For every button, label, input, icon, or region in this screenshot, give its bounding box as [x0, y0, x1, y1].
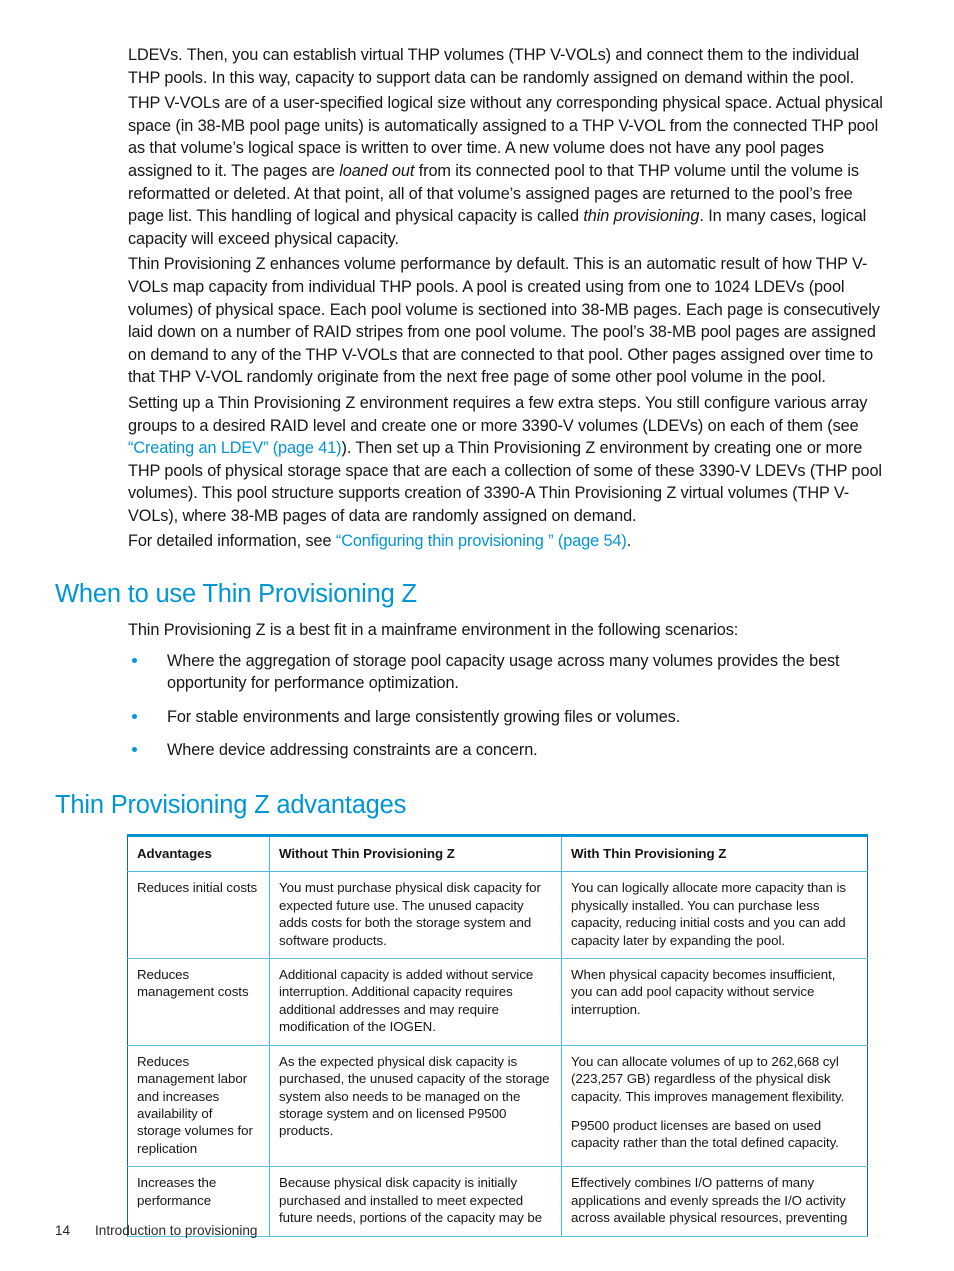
list-item: Where the aggregation of storage pool ca… [132, 650, 885, 695]
cell-paragraph: You must purchase physical disk capacity… [279, 880, 541, 948]
heading-advantages: Thin Provisioning Z advantages [55, 791, 407, 820]
page-content: LDEVs. Then, you can establish virtual T… [55, 44, 885, 1238]
cell-paragraph: When physical capacity becomes insuffici… [571, 967, 836, 1017]
cell-with-thin-provisioning: When physical capacity becomes insuffici… [561, 958, 868, 1046]
intro-when-to-use: Thin Provisioning Z is a best fit in a m… [128, 621, 739, 640]
cell-paragraph: You can allocate volumes of up to 262,66… [571, 1053, 845, 1104]
advantages-table: Advantages Without Thin Provisioning Z W… [127, 834, 868, 1238]
cell-paragraph: As the expected physical disk capacity i… [279, 1053, 550, 1139]
paragraph-2: THP V-VOLs are of a user-specified logic… [128, 92, 885, 250]
bullet-dot-icon [132, 657, 137, 663]
cell-without-thin-provisioning: As the expected physical disk capacity i… [269, 1045, 562, 1168]
emphasis-text: loaned out [339, 161, 415, 180]
advantages-table-body: Reduces initial costs You must purchase p… [127, 871, 868, 1237]
paragraph-1: LDEVs. Then, you can establish virtual T… [128, 44, 885, 89]
footer-title: Introduction to provisioning [95, 1223, 258, 1238]
list-item-label: For stable environments and large consis… [167, 707, 681, 726]
cell-paragraph: Effectively combines I/O patterns of man… [571, 1175, 848, 1225]
paragraph-3: Thin Provisioning Z enhances volume perf… [128, 253, 885, 389]
cell-without-thin-provisioning: Additional capacity is added without ser… [269, 958, 562, 1046]
page-number: 14 [55, 1223, 71, 1238]
page-footer: 14 Introduction to provisioning [55, 1222, 885, 1240]
cross-reference-link[interactable]: “Creating an LDEV” (page 41) [128, 439, 342, 457]
text-run: For detailed information, see [128, 532, 336, 551]
cell-advantage: Reduces management labor and increases a… [127, 1045, 270, 1168]
table-header-advantages: Advantages [127, 835, 270, 873]
paragraph-4: Setting up a Thin Provisioning Z environ… [128, 392, 885, 528]
cell-advantage: Reduces initial costs [127, 871, 270, 960]
list-item: Where device addressing constraints are … [132, 739, 885, 762]
list-item-label: Where the aggregation of storage pool ca… [167, 651, 840, 693]
cell-with-thin-provisioning: You can logically allocate more capacity… [561, 871, 868, 960]
table-header-row: Advantages Without Thin Provisioning Z W… [127, 835, 868, 873]
cell-paragraph: Because physical disk capacity is initia… [279, 1175, 543, 1225]
cell-without-thin-provisioning: You must purchase physical disk capacity… [269, 871, 562, 960]
scenario-list: Where the aggregation of storage pool ca… [55, 650, 885, 762]
document-page: LDEVs. Then, you can establish virtual T… [0, 0, 954, 1271]
table-row: Reduces management labor and increases a… [127, 1045, 868, 1168]
cell-advantage: Reduces management costs [127, 958, 270, 1046]
cross-reference-link[interactable]: “Configuring thin provisioning ” (page 5… [336, 532, 627, 550]
cell-paragraph: You can logically allocate more capacity… [571, 880, 847, 948]
table-header-without: Without Thin Provisioning Z [269, 835, 562, 873]
bullet-dot-icon [132, 713, 137, 719]
cell-paragraph: P9500 product licenses are based on used… [571, 1117, 839, 1151]
advantages-table-wrapper: Advantages Without Thin Provisioning Z W… [127, 834, 868, 1238]
table-row: Reduces initial costs You must purchase p… [127, 871, 868, 960]
table-row: Reduces management costs Additional capac… [127, 958, 868, 1046]
text-run: Setting up a Thin Provisioning Z environ… [128, 393, 868, 435]
emphasis-text: thin provisioning [583, 207, 700, 226]
heading-when-to-use: When to use Thin Provisioning Z [55, 580, 417, 609]
cell-paragraph: Additional capacity is added without ser… [279, 967, 534, 1035]
text-run: . [626, 532, 632, 551]
bullet-dot-icon [132, 747, 137, 753]
list-item-label: Where device addressing constraints are … [167, 741, 538, 760]
table-header-with: With Thin Provisioning Z [561, 835, 868, 873]
paragraph-5: For detailed information, see “Configuri… [128, 530, 885, 553]
text-run: Thin Provisioning Z enhances volume perf… [128, 255, 880, 387]
list-item: For stable environments and large consis… [132, 706, 885, 729]
text-run: LDEVs. Then, you can establish virtual T… [128, 46, 860, 87]
cell-with-thin-provisioning: You can allocate volumes of up to 262,66… [561, 1045, 868, 1168]
